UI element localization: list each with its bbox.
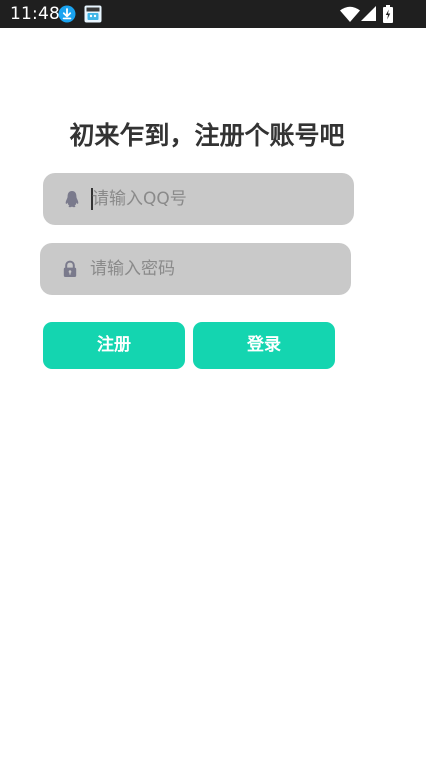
page-title: 初来乍到，注册个账号吧: [69, 121, 345, 150]
qq-number-field[interactable]: [43, 173, 354, 225]
status-bar: 11:48: [0, 0, 426, 28]
app-notification-icon: [84, 5, 102, 23]
qq-number-input[interactable]: [92, 173, 342, 225]
battery-charging-icon: [383, 5, 393, 23]
login-button[interactable]: 登录: [193, 322, 335, 369]
qq-penguin-icon: [65, 191, 79, 208]
status-time: 11:48: [10, 4, 60, 24]
password-input[interactable]: [90, 243, 340, 295]
lock-icon: [63, 260, 77, 277]
register-button[interactable]: 注册: [43, 322, 185, 369]
download-icon: [58, 5, 76, 23]
wifi-icon: [340, 6, 360, 22]
cell-signal-icon: [361, 6, 376, 21]
password-field[interactable]: [40, 243, 351, 295]
